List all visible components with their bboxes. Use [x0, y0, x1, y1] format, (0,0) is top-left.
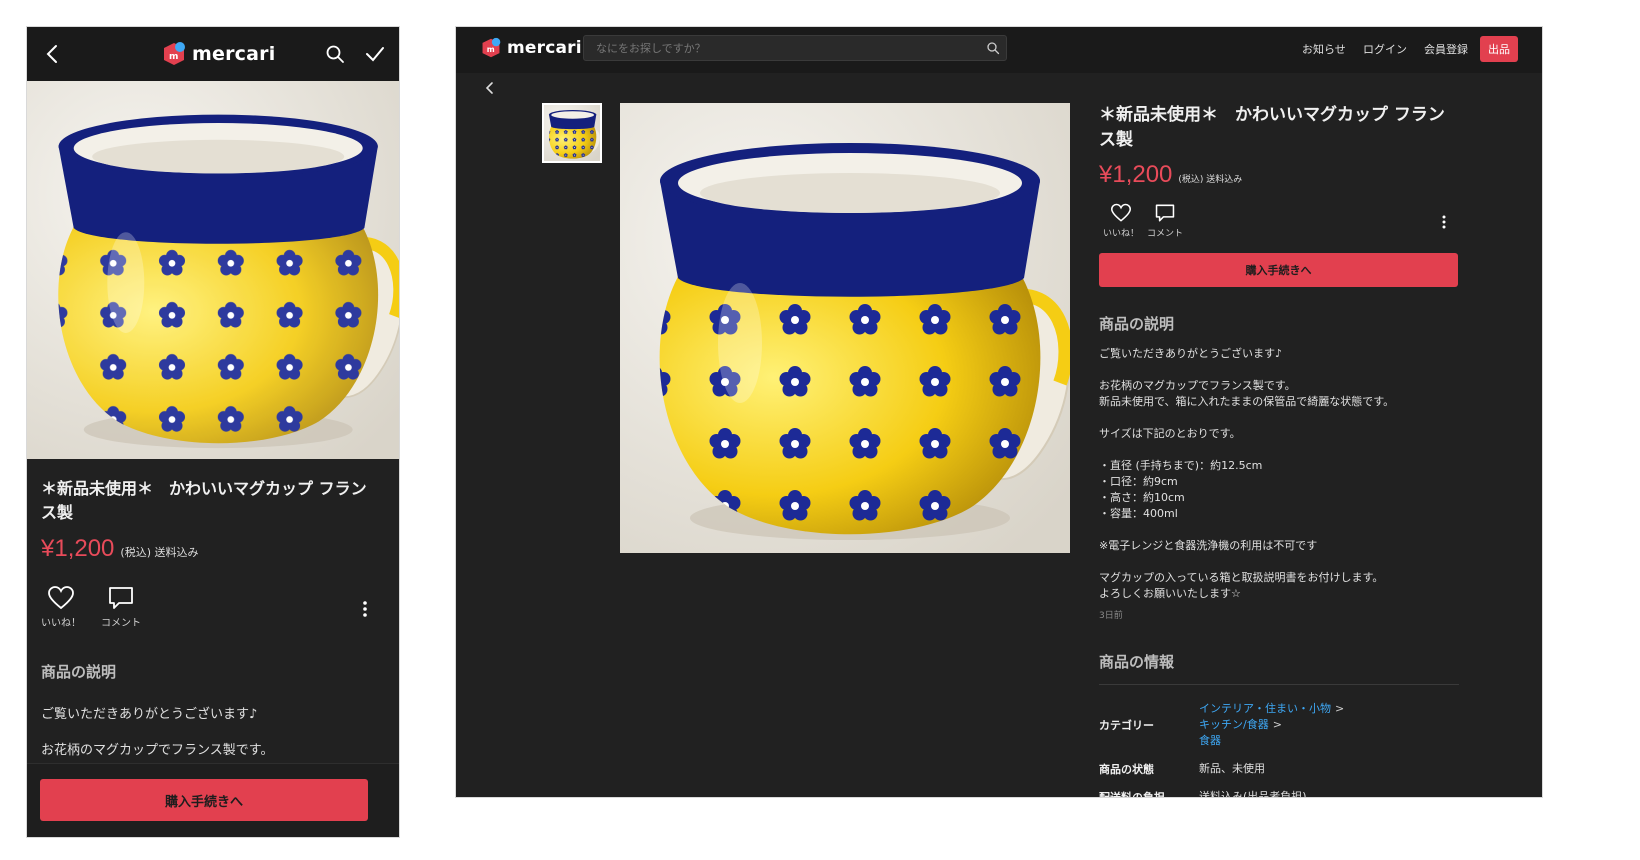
description-line: ・容量：400ml — [1099, 507, 1178, 520]
check-icon[interactable] — [363, 42, 387, 66]
description-title: 商品の説明 — [41, 663, 117, 681]
like-button[interactable]: いいね！ — [1103, 203, 1139, 239]
info-row-category: カテゴリー インテリア・住まい・小物 > キッチン/食器 > 食器 — [1099, 695, 1459, 755]
logo-text: mercari — [507, 38, 582, 58]
search-input[interactable] — [584, 36, 974, 60]
description-line: サイズは下記のとおりです。 — [1099, 427, 1241, 440]
category-value: インテリア・住まい・小物 > キッチン/食器 > 食器 — [1199, 695, 1459, 755]
nav-notice[interactable]: お知らせ — [1302, 41, 1346, 57]
item-title: ＊新品未使用＊ かわいいマグカップ フランス製 — [41, 479, 367, 522]
posted-time: 3日前 — [1099, 611, 1123, 621]
nav-login[interactable]: ログイン — [1363, 41, 1407, 57]
description-line: 新品未使用で、箱に入れたままの保管品で綺麗な状態です。 — [1099, 395, 1395, 408]
price-note: (税込) 送料込み — [1178, 175, 1243, 185]
description-line: お花柄のマグカップでフランス製です。 — [1099, 379, 1296, 392]
sell-button[interactable]: 出品 — [1480, 36, 1518, 62]
item-actions: いいね！ コメント — [41, 585, 381, 635]
description-line — [1099, 410, 1459, 426]
search-bar — [583, 35, 1007, 61]
comment-icon — [1155, 204, 1175, 222]
item-price-row: ¥1,200 (税込) 送料込み — [41, 535, 199, 563]
chevron-right-icon: > — [1335, 702, 1345, 715]
mobile-view: m mercari ＊新品未使用＊ かわいいマグカップ フランス製 ¥1,200… — [26, 26, 400, 838]
category-link[interactable]: インテリア・住まい・小物 — [1199, 702, 1331, 715]
category-label: カテゴリー — [1099, 719, 1154, 732]
item-title: ＊新品未使用＊ かわいいマグカップ フランス製 — [1099, 105, 1445, 150]
comment-icon — [109, 587, 133, 609]
description-line: ・直径 (手持ちまで)：約12.5cm — [1099, 459, 1263, 472]
comment-label: コメント — [101, 618, 141, 629]
nav-signup[interactable]: 会員登録 — [1424, 41, 1468, 57]
search-icon[interactable] — [986, 41, 1000, 55]
comment-label: コメント — [1147, 229, 1184, 239]
chevron-left-icon[interactable] — [41, 42, 65, 66]
like-label: いいね！ — [41, 618, 81, 629]
like-label: いいね！ — [1103, 229, 1140, 239]
description-line: お花柄のマグカップでフランス製です。 — [41, 743, 274, 758]
mobile-header: m mercari — [27, 27, 399, 81]
item-main-image[interactable] — [620, 103, 1070, 553]
mug-thumbnail — [544, 105, 600, 161]
heart-icon — [48, 586, 74, 610]
like-button[interactable]: いいね！ — [41, 585, 81, 629]
logo-text: mercari — [192, 43, 276, 65]
comment-button[interactable]: コメント — [1147, 203, 1183, 239]
description-line: よろしくお願いいたします☆ — [1099, 587, 1241, 600]
price-note: (税込) 送料込み — [120, 546, 199, 559]
shipping-value: 送料込み(出品者負担) — [1199, 790, 1307, 798]
description-line — [1099, 442, 1459, 458]
mercari-logo[interactable]: m mercari — [161, 41, 275, 67]
description-line: ※電子レンジと食器洗浄機の利用は不可です — [1099, 539, 1318, 552]
item-info-panel: ＊新品未使用＊ かわいいマグカップ フランス製 ¥1,200 (税込) 送料込み… — [1099, 103, 1459, 798]
chevron-right-icon: > — [1272, 718, 1282, 731]
more-vertical-icon[interactable] — [357, 599, 373, 619]
comment-button[interactable]: コメント — [101, 585, 141, 629]
description-line: ご覧いただきありがとうございます♪ — [1099, 347, 1283, 360]
item-actions: いいね！ コメント — [1099, 203, 1459, 247]
description-line: マグカップの入っている箱と取扱説明書をお付けします。 — [1099, 571, 1384, 584]
desktop-view: m mercari お知らせ ログイン 会員登録 出品 — [455, 26, 1543, 798]
desktop-header: m mercari お知らせ ログイン 会員登録 出品 — [456, 27, 1542, 73]
item-price: ¥1,200 — [1099, 161, 1173, 188]
item-info-title: 商品の情報 — [1099, 651, 1459, 685]
shipping-label: 配送料の負担 — [1099, 791, 1165, 798]
category-link[interactable]: キッチン/食器 — [1199, 718, 1269, 731]
description-title: 商品の説明 — [1099, 315, 1175, 333]
description-line: ・口径：約9cm — [1099, 475, 1178, 488]
svg-text:m: m — [169, 52, 178, 62]
category-link[interactable]: 食器 — [1199, 734, 1221, 747]
item-price-row: ¥1,200 (税込) 送料込み — [1099, 161, 1459, 189]
chevron-left-icon[interactable] — [482, 80, 498, 96]
search-icon[interactable] — [323, 42, 347, 66]
info-row-shipping: 配送料の負担 送料込み(出品者負担) — [1099, 783, 1459, 798]
mug-photo — [27, 81, 399, 459]
buy-button[interactable]: 購入手続きへ — [1099, 253, 1458, 287]
image-thumbnail[interactable] — [542, 103, 602, 163]
description-line: ご覧いただきありがとうございます♪ — [41, 707, 258, 722]
description-line: ・高さ：約10cm — [1099, 491, 1185, 504]
description-line — [1099, 554, 1459, 570]
item-image[interactable] — [27, 81, 399, 459]
buy-button[interactable]: 購入手続きへ — [40, 779, 368, 821]
heart-icon — [1110, 203, 1132, 222]
description-line — [1099, 362, 1459, 378]
condition-value: 新品、未使用 — [1199, 762, 1265, 775]
mercari-logo-icon: m — [482, 37, 501, 58]
mercari-logo[interactable]: m mercari — [480, 37, 582, 59]
mug-photo — [620, 103, 1070, 553]
description-text: ご覧いただきありがとうございます♪ お花柄のマグカップでフランス製です。 — [41, 697, 381, 761]
item-info-table: カテゴリー インテリア・住まい・小物 > キッチン/食器 > 食器 商品の状態 新品… — [1099, 695, 1459, 798]
info-row-condition: 商品の状態 新品、未使用 — [1099, 755, 1459, 783]
condition-label: 商品の状態 — [1099, 763, 1154, 776]
mercari-logo-icon: m — [164, 42, 185, 65]
description-line — [1099, 522, 1459, 538]
item-price: ¥1,200 — [41, 535, 115, 562]
description-text: ご覧いただきありがとうございます♪ お花柄のマグカップでフランス製です。 新品未… — [1099, 346, 1459, 602]
svg-text:m: m — [487, 45, 495, 54]
mobile-footer: 購入手続きへ — [27, 763, 399, 837]
more-vertical-icon[interactable] — [1437, 213, 1451, 231]
